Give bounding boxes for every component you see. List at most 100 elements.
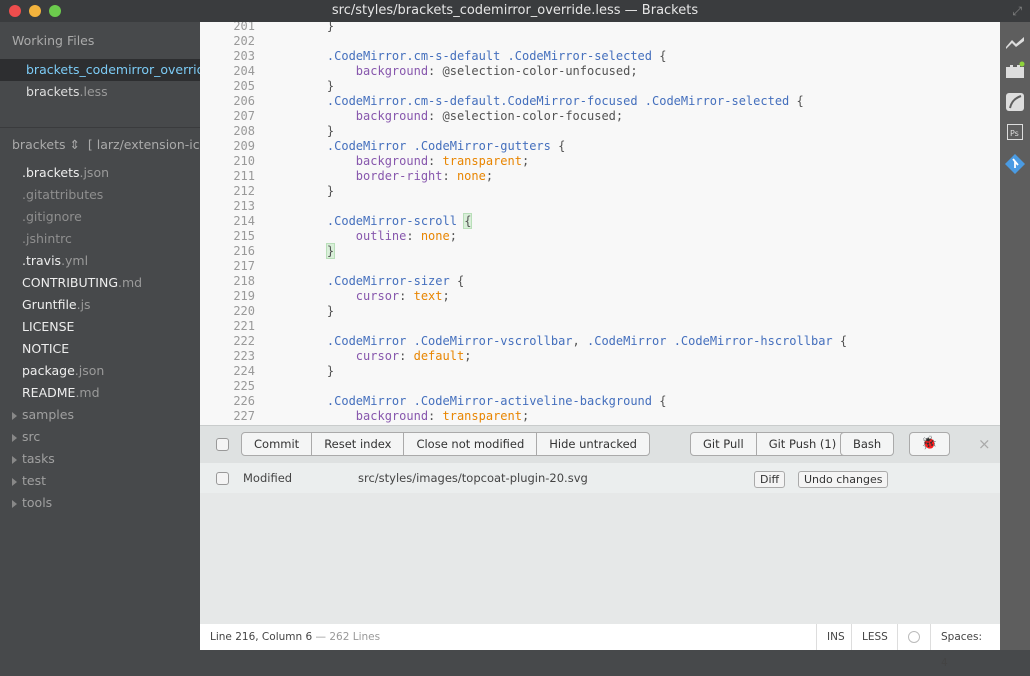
- code-token: background: [298, 409, 429, 423]
- code-line[interactable]: 219 cursor: text;: [200, 289, 1000, 304]
- lint-circle-icon: [908, 631, 920, 643]
- code-line[interactable]: 224 }: [200, 364, 1000, 379]
- undo-changes-button[interactable]: Undo changes: [798, 471, 889, 488]
- tree-file[interactable]: CONTRIBUTING.md: [22, 272, 142, 294]
- reset-index-button[interactable]: Reset index: [311, 433, 403, 455]
- line-number: 213: [233, 199, 255, 213]
- expand-triangle-icon[interactable]: [12, 456, 17, 464]
- tree-file[interactable]: Gruntfile.js: [22, 294, 91, 316]
- code-line[interactable]: 211 border-right: none;: [200, 169, 1000, 184]
- code-token: }: [298, 364, 335, 378]
- file-name: test: [22, 473, 47, 488]
- code-line[interactable]: 227 background: transparent;: [200, 409, 1000, 424]
- code-line[interactable]: 204 background: @selection-color-unfocus…: [200, 64, 1000, 79]
- maximize-window-button[interactable]: [49, 5, 61, 17]
- tree-file[interactable]: .brackets.json: [22, 162, 109, 184]
- code-line[interactable]: 212 }: [200, 184, 1000, 199]
- minimize-window-button[interactable]: [29, 5, 41, 17]
- fullscreen-icon[interactable]: ⤢: [1012, 0, 1022, 22]
- file-name: README: [22, 385, 76, 400]
- language-select[interactable]: LESS: [851, 624, 898, 650]
- code-line[interactable]: 202: [200, 34, 1000, 49]
- tree-file[interactable]: .travis.yml: [22, 250, 88, 272]
- bug-button[interactable]: 🐞: [909, 432, 950, 456]
- code-line[interactable]: 205 }: [200, 79, 1000, 94]
- code-token: border-right: [298, 169, 443, 183]
- git-push-button[interactable]: Git Push (1): [755, 433, 849, 455]
- photoshop-icon[interactable]: Ps: [1005, 122, 1025, 142]
- tree-file[interactable]: .jshintrc: [22, 228, 72, 250]
- tree-file[interactable]: package.json: [22, 360, 104, 382]
- code-line[interactable]: 220 }: [200, 304, 1000, 319]
- expand-triangle-icon[interactable]: [12, 500, 17, 508]
- tree-file[interactable]: .gitattributes: [22, 184, 103, 206]
- code-line[interactable]: 206 .CodeMirror.cm-s-default.CodeMirror-…: [200, 94, 1000, 109]
- tree-folder[interactable]: src: [12, 426, 40, 448]
- file-path[interactable]: src/styles/images/topcoat-plugin-20.svg: [358, 471, 588, 485]
- code-line[interactable]: 207 background: @selection-color-focused…: [200, 109, 1000, 124]
- git-panel: Commit Reset index Close not modified Hi…: [200, 425, 1000, 624]
- code-line[interactable]: 216 }: [200, 243, 1000, 259]
- line-number: 212: [233, 184, 255, 198]
- tree-folder[interactable]: tasks: [12, 448, 55, 470]
- overwrite-mode[interactable]: INS: [816, 624, 855, 650]
- title-bar: src/styles/brackets_codemirror_override.…: [0, 0, 1030, 22]
- expand-triangle-icon[interactable]: [12, 434, 17, 442]
- code-line[interactable]: 208 }: [200, 124, 1000, 139]
- code-token: ;: [521, 409, 530, 423]
- file-name: package: [22, 363, 75, 378]
- line-count: — 262 Lines: [315, 631, 381, 643]
- tree-file[interactable]: LICENSE: [22, 316, 74, 338]
- code-editor[interactable]: 201 } 202 203 .CodeMirror.cm-s-default .Co…: [200, 22, 1000, 425]
- bash-button[interactable]: Bash: [841, 433, 893, 455]
- expand-triangle-icon[interactable]: [12, 412, 17, 420]
- code-line[interactable]: 203 .CodeMirror.cm-s-default .CodeMirror…: [200, 49, 1000, 64]
- git-icon[interactable]: [1005, 154, 1025, 174]
- file-name: brackets: [26, 84, 80, 99]
- commit-button[interactable]: Commit: [242, 433, 311, 455]
- line-number: 223: [233, 349, 255, 363]
- hide-untracked-button[interactable]: Hide untracked: [536, 433, 649, 455]
- code-line[interactable]: 226 .CodeMirror .CodeMirror-activeline-b…: [200, 394, 1000, 409]
- code-token: {: [463, 213, 473, 229]
- working-file-item[interactable]: brackets_codemirror_override: [0, 59, 200, 81]
- close-not-modified-button[interactable]: Close not modified: [403, 433, 536, 455]
- git-button-group-left: Commit Reset index Close not modified Hi…: [241, 432, 650, 456]
- git-toolbar: Commit Reset index Close not modified Hi…: [200, 426, 1000, 463]
- code-line[interactable]: 218 .CodeMirror-sizer {: [200, 274, 1000, 289]
- tree-file[interactable]: .gitignore: [22, 206, 82, 228]
- code-line[interactable]: 210 background: transparent;: [200, 154, 1000, 169]
- tree-folder[interactable]: samples: [12, 404, 74, 426]
- extension-manager-icon[interactable]: [1005, 60, 1025, 80]
- file-name: .brackets: [22, 165, 80, 180]
- tree-file[interactable]: NOTICE: [22, 338, 69, 360]
- indent-setting[interactable]: Spaces: 4: [930, 624, 1000, 669]
- git-file-row: Modified src/styles/images/topcoat-plugi…: [200, 463, 1000, 493]
- code-line[interactable]: 223 cursor: default;: [200, 349, 1000, 364]
- project-dropdown[interactable]: brackets ⇕: [12, 137, 80, 152]
- code-line[interactable]: 213: [200, 199, 1000, 214]
- close-panel-button[interactable]: ×: [978, 435, 991, 453]
- code-line[interactable]: 215 outline: none;: [200, 229, 1000, 244]
- code-line[interactable]: 225: [200, 379, 1000, 394]
- code-line[interactable]: 221: [200, 319, 1000, 334]
- theme-icon[interactable]: [1005, 92, 1025, 112]
- select-all-checkbox[interactable]: [216, 438, 229, 451]
- code-line[interactable]: 222 .CodeMirror .CodeMirror-vscrollbar, …: [200, 334, 1000, 349]
- code-line[interactable]: 209 .CodeMirror .CodeMirror-gutters {: [200, 139, 1000, 154]
- file-checkbox[interactable]: [216, 472, 229, 485]
- code-line[interactable]: 201 }: [200, 22, 1000, 34]
- git-pull-button[interactable]: Git Pull: [691, 433, 756, 455]
- line-number: 217: [233, 259, 255, 273]
- code-line[interactable]: 214 .CodeMirror-scroll {: [200, 213, 1000, 229]
- expand-triangle-icon[interactable]: [12, 478, 17, 486]
- file-ext: .json: [79, 165, 110, 180]
- close-window-button[interactable]: [9, 5, 21, 17]
- tree-folder[interactable]: tools: [12, 492, 52, 514]
- live-preview-icon[interactable]: [1005, 32, 1025, 52]
- tree-file[interactable]: README.md: [22, 382, 100, 404]
- working-file-item[interactable]: brackets.less: [0, 81, 200, 103]
- diff-button[interactable]: Diff: [754, 471, 786, 488]
- tree-folder[interactable]: test: [12, 470, 47, 492]
- code-line[interactable]: 217: [200, 259, 1000, 274]
